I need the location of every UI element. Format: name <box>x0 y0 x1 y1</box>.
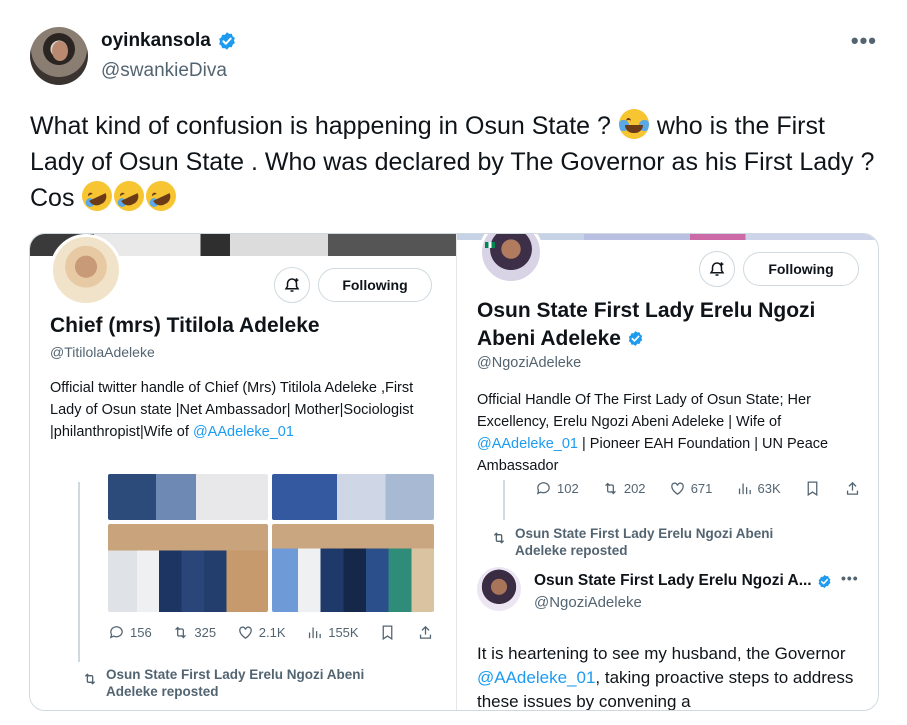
reply-count: 102 <box>535 480 579 497</box>
heart-icon <box>238 626 252 639</box>
repost-count-value: 202 <box>623 481 646 496</box>
profile-name: Osun State First Lady Erelu Ngozi Abeni … <box>477 297 867 353</box>
verified-badge-icon <box>818 574 830 588</box>
repost-icon <box>84 673 96 685</box>
profile-bio-link: @AAdeleke_01 <box>192 424 294 440</box>
thread-line <box>78 482 80 662</box>
like-count-value: 2.1K <box>258 625 286 640</box>
author-name-row: oyinkansola <box>101 30 237 52</box>
reposted-label: Osun State First Lady Erelu Ngozi Abeni … <box>515 526 774 558</box>
like-count: 2.1K <box>237 624 286 641</box>
reposted-label: Osun State First Lady Erelu Ngozi Abeni … <box>106 667 365 699</box>
profile-handle: @TitilolaAdeleke <box>50 344 155 360</box>
reply-icon <box>536 482 550 495</box>
bookmark-icon <box>807 481 818 497</box>
profile-bio: Official twitter handle of Chief (Mrs) T… <box>50 377 445 443</box>
reposted-author-name-text: Osun State First Lady Erelu Ngozi A... <box>534 572 812 589</box>
share-icon <box>419 625 432 639</box>
thread-line <box>503 480 505 520</box>
repost-icon <box>493 532 505 544</box>
view-count: 155K <box>306 624 359 641</box>
view-count-value: 63K <box>757 481 781 496</box>
verified-badge-icon <box>628 331 642 346</box>
tears-of-joy-emoji-icon <box>618 109 649 139</box>
nigeria-flag-icon <box>485 242 495 248</box>
repost-count: 202 <box>602 480 646 497</box>
rofl-emoji-icon <box>141 176 182 216</box>
reposted-post-text-1: It is heartening to see my husband, the … <box>477 644 846 663</box>
photo-4 <box>272 524 434 612</box>
share-icon <box>846 481 859 495</box>
reply-count-value: 102 <box>557 481 579 496</box>
photo-grid <box>108 474 434 612</box>
reply-count: 156 <box>108 624 152 641</box>
reposted-post-link: @AAdeleke_01 <box>477 668 596 687</box>
heart-icon <box>670 482 684 495</box>
views-icon <box>738 483 751 495</box>
profile-handle: @NgoziAdeleke <box>477 355 582 371</box>
reply-count-value: 156 <box>130 625 152 640</box>
repost-icon <box>604 482 616 495</box>
profile-name: Chief (mrs) Titilola Adeleke <box>50 314 320 337</box>
photo-1 <box>108 474 268 520</box>
repost-count: 325 <box>172 624 216 641</box>
author-avatar[interactable] <box>30 27 88 85</box>
profile-avatar <box>50 234 122 306</box>
post-metrics: 102 202 671 63K <box>535 480 861 497</box>
following-button: Following <box>743 252 859 286</box>
notifications-icon <box>274 267 310 303</box>
reply-icon <box>109 626 123 639</box>
profile-bio-link: @AAdeleke_01 <box>477 436 578 452</box>
photo-3 <box>108 524 268 612</box>
rofl-emoji-icon <box>109 176 150 216</box>
view-count-value: 155K <box>328 625 359 640</box>
tweet-text: What kind of confusion is happening in O… <box>30 108 880 216</box>
more-options-icon[interactable]: ••• <box>851 28 877 54</box>
following-button: Following <box>318 268 432 302</box>
reposted-author-name: Osun State First Lady Erelu Ngozi A... <box>534 572 832 590</box>
photo-2 <box>272 474 434 520</box>
bookmark-icon <box>382 625 393 641</box>
screenshot-left[interactable]: Following Chief (mrs) Titilola Adeleke @… <box>30 234 456 710</box>
profile-name-text: Osun State First Lady Erelu Ngozi Abeni … <box>477 299 816 350</box>
reposted-indicator: Osun State First Lady Erelu Ngozi Abeni … <box>82 666 382 700</box>
repost-icon <box>175 626 187 639</box>
author-handle[interactable]: @swankieDiva <box>101 60 227 82</box>
profile-bio: Official Handle Of The First Lady of Osu… <box>477 389 869 477</box>
reposted-post-text: It is heartening to see my husband, the … <box>477 642 873 710</box>
notifications-icon <box>699 251 735 287</box>
repost-count-value: 325 <box>194 625 217 640</box>
author-display-name[interactable]: oyinkansola <box>101 30 211 52</box>
tweet-media[interactable]: Following Chief (mrs) Titilola Adeleke @… <box>29 233 879 711</box>
views-icon <box>309 627 322 639</box>
reposted-indicator: Osun State First Lady Erelu Ngozi Abeni … <box>491 525 801 559</box>
reposted-author-handle: @NgoziAdeleke <box>534 594 642 611</box>
like-count: 671 <box>669 480 713 497</box>
reposted-avatar <box>477 567 521 611</box>
view-count: 63K <box>736 480 781 497</box>
reposted-more-icon: ••• <box>841 570 859 586</box>
tweet-text-part-1: What kind of confusion is happening in O… <box>30 112 611 140</box>
screenshot-right[interactable]: Following Osun State First Lady Erelu Ng… <box>456 234 878 710</box>
rofl-emoji-icon <box>77 176 118 216</box>
post-metrics: 156 325 2.1K 155K <box>108 624 434 641</box>
like-count-value: 671 <box>690 481 713 496</box>
profile-bio-text: Official Handle Of The First Lady of Osu… <box>477 392 811 430</box>
verified-badge-icon <box>218 32 235 50</box>
